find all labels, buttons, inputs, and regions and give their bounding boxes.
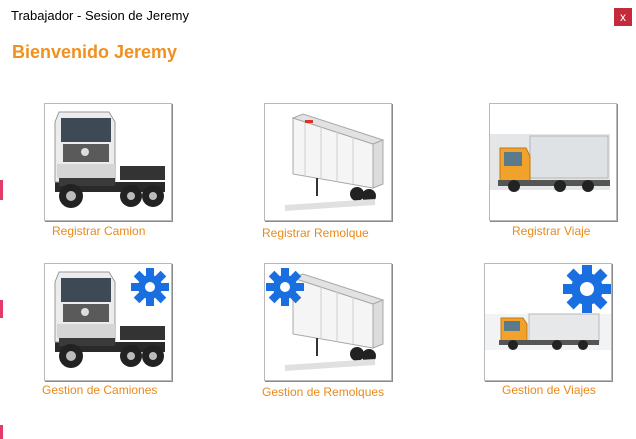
title-bar: Trabajador - Sesion de Jeremy x	[0, 0, 636, 32]
gear-icon	[563, 265, 611, 313]
gestion-viajes-button[interactable]	[484, 263, 612, 381]
edge-marker	[0, 425, 3, 439]
edge-marker	[0, 300, 3, 318]
close-button[interactable]: x	[614, 8, 632, 26]
trailer-icon	[284, 113, 385, 211]
registrar-camion-button[interactable]	[44, 103, 172, 221]
registrar-viaje-label[interactable]: Registrar Viaje	[512, 224, 590, 238]
cargo-truck-gear-icon	[485, 265, 611, 350]
gear-icon	[266, 268, 304, 306]
trailer-gear-icon	[266, 268, 385, 371]
gear-icon	[131, 268, 169, 306]
registrar-remolque-label[interactable]: Registrar Remolque	[262, 226, 369, 240]
edge-marker	[0, 180, 3, 200]
gestion-camiones-button[interactable]	[44, 263, 172, 381]
welcome-heading: Bienvenido Jeremy	[12, 42, 178, 62]
gestion-remolques-button[interactable]	[264, 263, 392, 381]
gestion-remolques-label[interactable]: Gestion de Remolques	[262, 385, 384, 399]
window-edge	[0, 0, 3, 439]
registrar-viaje-button[interactable]	[489, 103, 617, 221]
window-title: Trabajador - Sesion de Jeremy	[11, 8, 189, 23]
gestion-camiones-label[interactable]: Gestion de Camiones	[42, 383, 157, 397]
truck-cab-icon	[54, 111, 165, 208]
gestion-viajes-label[interactable]: Gestion de Viajes	[502, 383, 596, 397]
registrar-camion-label[interactable]: Registrar Camion	[52, 224, 145, 238]
registrar-remolque-button[interactable]	[264, 103, 392, 221]
truck-cab-gear-icon	[54, 268, 169, 368]
cargo-truck-icon	[490, 134, 610, 192]
